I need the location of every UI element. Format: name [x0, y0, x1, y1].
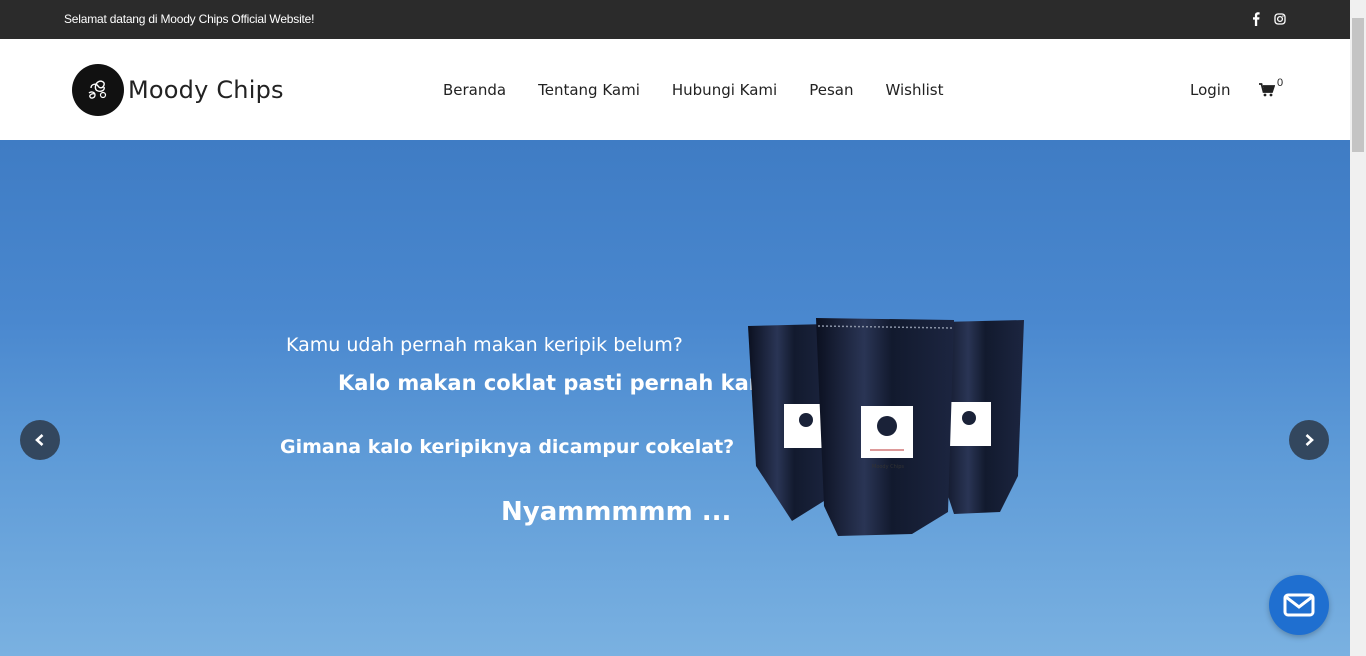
welcome-text: Selamat datang di Moody Chips Official W… — [64, 12, 315, 26]
site-logo[interactable]: Moody Chips — [72, 64, 284, 116]
slider-prev-button[interactable] — [20, 420, 60, 460]
hero-line-3: Gimana kalo keripiknya dicampur cokelat? — [280, 436, 735, 458]
menu-item-hubungi-kami[interactable]: Hubungi Kami — [672, 81, 777, 99]
contact-mail-button[interactable] — [1269, 575, 1329, 635]
chevron-left-icon — [35, 434, 44, 446]
top-bar: Selamat datang di Moody Chips Official W… — [0, 0, 1350, 39]
menu-item-wishlist[interactable]: Wishlist — [885, 81, 943, 99]
chevron-right-icon — [1305, 434, 1314, 446]
brand-name: Moody Chips — [128, 76, 284, 104]
product-image: Moody Chips — [742, 316, 1032, 546]
menu-item-tentang-kami[interactable]: Tentang Kami — [538, 81, 640, 99]
package-label: Moody Chips — [872, 464, 904, 470]
menu-item-beranda[interactable]: Beranda — [443, 81, 506, 99]
hero-slider: Kamu udah pernah makan keripik belum? Ka… — [0, 140, 1350, 656]
page-scrollbar[interactable] — [1350, 0, 1366, 656]
login-link[interactable]: Login — [1190, 81, 1230, 99]
hero-line-2: Kalo makan coklat pasti pernah kan? — [338, 371, 776, 395]
logo-mark-icon — [72, 64, 124, 116]
cart-button[interactable]: 0 — [1259, 77, 1283, 102]
slider-next-button[interactable] — [1289, 420, 1329, 460]
cart-icon — [1259, 83, 1276, 102]
hero-line-1: Kamu udah pernah makan keripik belum? — [286, 334, 683, 356]
mail-icon — [1283, 593, 1315, 617]
cart-count: 0 — [1277, 77, 1284, 89]
hero-line-4: Nyammmmm ... — [501, 497, 732, 527]
instagram-icon[interactable] — [1274, 12, 1286, 26]
scrollbar-thumb[interactable] — [1352, 18, 1364, 152]
menu-item-pesan[interactable]: Pesan — [809, 81, 853, 99]
main-menu: Beranda Tentang Kami Hubungi Kami Pesan … — [443, 81, 944, 99]
facebook-icon[interactable] — [1250, 12, 1262, 26]
main-navbar: Moody Chips Beranda Tentang Kami Hubungi… — [0, 39, 1350, 140]
social-links — [1250, 12, 1286, 26]
